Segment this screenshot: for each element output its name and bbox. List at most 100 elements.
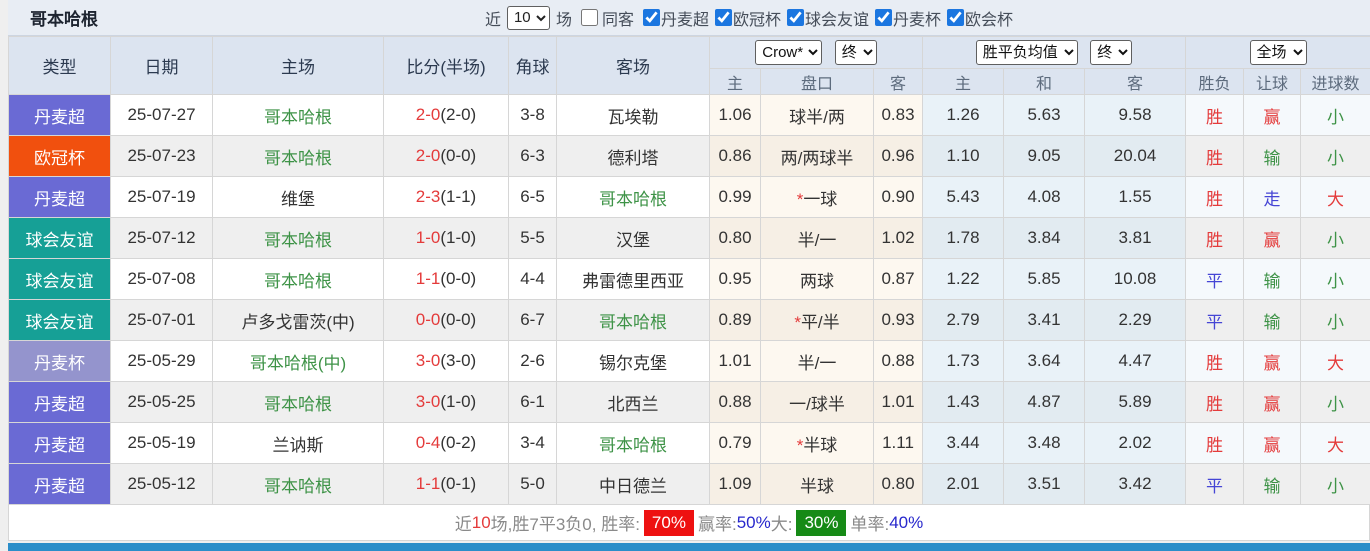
result-cell: 胜 xyxy=(1185,340,1245,382)
home-team-name: 卢多戈雷茨(中) xyxy=(241,312,355,332)
asia-home-odds: 1.06 xyxy=(709,94,761,136)
asia-home-odds: 0.99 xyxy=(709,176,761,218)
date-cell: 25-05-19 xyxy=(110,422,213,464)
home-team-cell: 哥本哈根 xyxy=(212,258,384,300)
league-checkbox[interactable] xyxy=(642,9,660,26)
asia-handicap-cell: 两球 xyxy=(760,258,874,300)
halftime-score: (1-0) xyxy=(440,228,477,247)
asia-handicap-cell: 球半/两 xyxy=(760,94,874,136)
handicap-star: * xyxy=(794,312,801,332)
euro-away-odds: 5.89 xyxy=(1083,381,1187,423)
score-cell: 1-1(0-1) xyxy=(383,463,509,505)
euro-home-odds: 1.22 xyxy=(922,258,1004,300)
league-checkbox[interactable] xyxy=(947,9,965,26)
match-row: 丹麦超 25-05-12 哥本哈根 1-1(0-1) 5-0 中日德兰 1.09 半球 0.80… xyxy=(8,463,1370,505)
col-header-score: 比分(半场) xyxy=(383,36,509,95)
goals-text: 小 xyxy=(1327,271,1345,291)
goals-cell: 小 xyxy=(1300,94,1370,136)
match-row: 丹麦杯 25-05-29 哥本哈根(中) 3-0(3-0) 2-6 锡尔克堡 1.01 半/一… xyxy=(8,340,1370,382)
same-venue-checkbox[interactable] xyxy=(580,9,598,26)
score-cell: 1-1(0-0) xyxy=(383,258,509,300)
sub-header-handicap-result: 让球 xyxy=(1243,68,1302,95)
league-checkbox[interactable] xyxy=(875,9,893,26)
result-text: 胜 xyxy=(1206,394,1224,414)
league-type-cell: 丹麦超 xyxy=(8,422,111,464)
corners-cell: 6-7 xyxy=(508,299,557,341)
league-label: 欧会杯 xyxy=(965,11,1014,29)
league-label: 丹麦超 xyxy=(660,11,709,29)
summary-segment: 赢率: xyxy=(697,515,737,534)
euro-away-odds: 4.47 xyxy=(1083,340,1187,382)
asia-handicap-cell: *一球 xyxy=(760,176,874,218)
date-cell: 25-07-12 xyxy=(110,217,213,259)
sub-header-euro-home: 主 xyxy=(922,68,1004,95)
home-team-name: 哥本哈根 xyxy=(264,230,332,250)
result-cell: 平 xyxy=(1185,463,1245,505)
away-team-name: 北西兰 xyxy=(607,394,659,414)
league-type-cell: 欧冠杯 xyxy=(8,135,111,177)
euro-away-odds: 10.08 xyxy=(1083,258,1187,300)
handicap-result-text: 输 xyxy=(1263,148,1281,168)
fulltime-score: 2-0 xyxy=(415,105,441,124)
asia-home-odds: 0.80 xyxy=(709,217,761,259)
league-type-cell: 丹麦杯 xyxy=(8,340,111,382)
goals-text: 小 xyxy=(1327,476,1345,496)
league-checkbox[interactable] xyxy=(715,9,732,26)
summary-footer: 近 10 场,胜7平3负0, 胜率: 70% 赢率: 50% 大: 30% 单率: 40… xyxy=(8,505,1370,541)
sub-header-asia-home: 主 xyxy=(709,68,761,95)
date-cell: 25-05-25 xyxy=(110,381,213,423)
asia-time-select[interactable]: 终 xyxy=(834,40,877,65)
away-team-name: 汉堡 xyxy=(616,230,650,250)
handicap-result-text: 赢 xyxy=(1263,394,1281,414)
result-text: 平 xyxy=(1206,476,1224,496)
handicap-text: 一/球半 xyxy=(789,394,845,414)
recent-count-select[interactable]: 10 xyxy=(506,5,550,30)
match-row: 球会友谊 25-07-01 卢多戈雷茨(中) 0-0(0-0) 6-7 哥本哈根 0.89 *… xyxy=(8,299,1370,341)
goals-cell: 小 xyxy=(1300,258,1370,300)
euro-time-select[interactable]: 终 xyxy=(1090,40,1133,65)
home-team-name: 哥本哈根 xyxy=(264,107,332,127)
euro-bookmaker-select[interactable]: 胜平负均值 xyxy=(975,40,1078,65)
col-header-date: 日期 xyxy=(110,36,213,95)
corners-cell: 3-8 xyxy=(508,94,557,136)
euro-away-odds: 9.58 xyxy=(1083,94,1187,136)
date-cell: 25-07-27 xyxy=(110,94,213,136)
score-cell: 0-4(0-2) xyxy=(383,422,509,464)
home-team-name: 哥本哈根(中) xyxy=(249,353,347,373)
fulltime-score: 2-3 xyxy=(415,187,441,206)
away-team-name: 哥本哈根 xyxy=(599,312,667,332)
fulltime-score: 1-1 xyxy=(415,474,441,493)
league-type-cell: 丹麦超 xyxy=(8,176,111,218)
league-type-cell: 球会友谊 xyxy=(8,258,111,300)
away-team-name: 锡尔克堡 xyxy=(599,353,667,373)
match-history-table: 类型 日期 主场 比分(半场) 角球 客场 Crow* 终 胜平负均值 终 全场 xyxy=(8,36,1370,505)
home-team-cell: 维堡 xyxy=(212,176,384,218)
col-header-corner: 角球 xyxy=(508,36,557,95)
euro-draw-odds: 3.51 xyxy=(1003,463,1085,505)
team-title: 哥本哈根 xyxy=(30,10,98,29)
away-team-name: 哥本哈根 xyxy=(599,189,667,209)
asia-home-odds: 0.95 xyxy=(709,258,761,300)
recent-label: 近 xyxy=(484,11,501,29)
handicap-text: 一球 xyxy=(803,189,838,209)
goals-cell: 大 xyxy=(1300,422,1370,464)
handicap-result-text: 赢 xyxy=(1263,435,1281,455)
asia-bookmaker-select[interactable]: Crow* xyxy=(755,40,823,65)
handicap-result-text: 输 xyxy=(1263,312,1281,332)
home-team-cell: 哥本哈根(中) xyxy=(212,340,384,382)
period-select[interactable]: 全场 xyxy=(1249,40,1307,65)
topbar: 哥本哈根 近 10 场 同客 丹麦超 欧冠杯 球会友谊 丹麦杯 欧会杯 xyxy=(8,0,1370,36)
goals-cell: 小 xyxy=(1300,463,1370,505)
asia-handicap-cell: *平/半 xyxy=(760,299,874,341)
league-type-cell: 球会友谊 xyxy=(8,217,111,259)
league-checkbox[interactable] xyxy=(787,9,805,26)
handicap-text: 平/半 xyxy=(800,312,840,332)
asia-away-odds: 0.80 xyxy=(873,463,923,505)
away-team-cell: 哥本哈根 xyxy=(556,422,710,464)
euro-draw-odds: 3.84 xyxy=(1003,217,1085,259)
result-text: 胜 xyxy=(1206,189,1224,209)
fulltime-score: 3-0 xyxy=(415,351,441,370)
matches-label: 场 xyxy=(555,11,572,29)
sub-header-goals: 进球数 xyxy=(1300,68,1370,95)
euro-home-odds: 1.73 xyxy=(922,340,1004,382)
